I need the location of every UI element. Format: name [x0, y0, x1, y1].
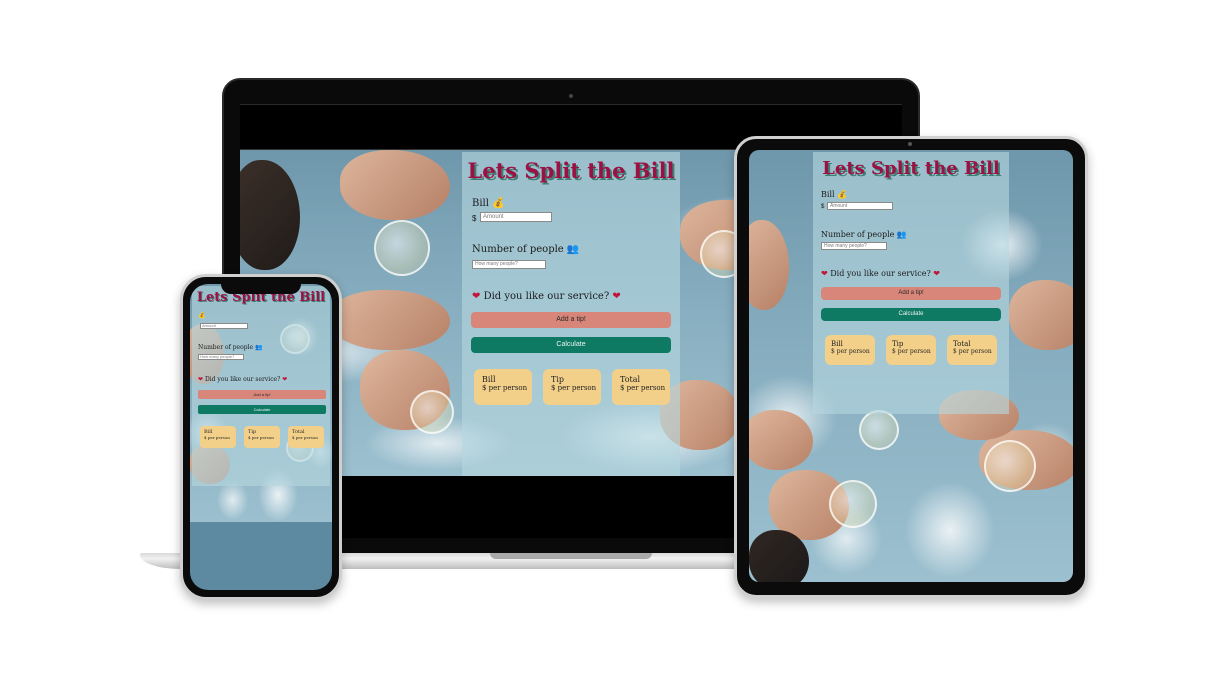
result-card-total: Total $ per person [612, 369, 670, 405]
service-question-row: ❤ Did you like our service? ❤ [472, 291, 621, 302]
result-title: Bill [831, 340, 843, 348]
person-hair [240, 160, 300, 270]
laptop-camera [569, 94, 573, 98]
bill-label-row: Bill 💰 [472, 198, 505, 209]
phone-notch [221, 280, 301, 294]
people-label: Number of people [821, 230, 895, 239]
result-value: $ per person [953, 348, 992, 355]
heart-icon: ❤ [821, 269, 828, 278]
calculator-panel: Lets Split the Bill Bill 💰 $ Amount Numb… [813, 152, 1009, 414]
hand [330, 290, 450, 350]
bill-amount-input[interactable]: Amount [480, 212, 552, 222]
result-value: $ per person [620, 384, 666, 392]
result-title: Tip [551, 375, 565, 384]
result-title: Total [620, 375, 641, 384]
result-card-tip: Tip $ per person [244, 426, 280, 448]
heart-icon: ❤ [198, 376, 204, 383]
people-count-input[interactable]: How many people? [821, 242, 887, 250]
service-question-row: ❤ Did you like our service? ❤ [821, 269, 940, 278]
result-value: $ per person [248, 435, 274, 440]
people-count-input[interactable]: How many people? [198, 354, 244, 360]
bill-amount-input[interactable]: Amount [200, 323, 248, 329]
hand [749, 410, 813, 470]
service-question: Did you like our service? [204, 376, 281, 383]
glass [829, 480, 877, 528]
bill-label: Bill [821, 190, 835, 199]
heart-icon: ❤ [933, 269, 940, 278]
phone-empty-area [190, 522, 332, 590]
people-icon: 👥 [566, 244, 580, 255]
people-icon: 👥 [254, 344, 263, 351]
people-count-input[interactable]: How many people? [472, 260, 546, 269]
calculate-button[interactable]: Calculate [821, 308, 1001, 321]
heart-icon: ❤ [282, 376, 288, 383]
result-card-total: Total $ per person [947, 335, 997, 365]
result-card-bill: Bill $ per person [474, 369, 532, 405]
heart-icon: ❤ [612, 291, 621, 302]
heart-icon: ❤ [472, 291, 481, 302]
people-label: Number of people [472, 244, 564, 255]
add-tip-button[interactable]: Add a tip! [198, 390, 326, 399]
result-value: $ per person [551, 384, 597, 392]
add-tip-button[interactable]: Add a tip! [471, 312, 671, 328]
people-label-row: Number of people 👥 [472, 244, 579, 255]
currency-symbol: $ [821, 204, 825, 210]
result-value: $ per person [831, 348, 870, 355]
hand [749, 220, 789, 310]
result-title: Total [953, 340, 971, 348]
result-title: Tip [892, 340, 904, 348]
calculator-panel: Lets Split the Bill Bill 💰 $ Amount Numb… [462, 152, 680, 476]
result-value: $ per person [482, 384, 528, 392]
service-question: Did you like our service? [830, 269, 931, 278]
glass [410, 390, 454, 434]
people-label-row: Number of people 👥 [198, 344, 262, 351]
result-title: Bill [482, 375, 496, 384]
result-card-tip: Tip $ per person [543, 369, 601, 405]
add-tip-button[interactable]: Add a tip! [821, 287, 1001, 300]
result-value: $ per person [892, 348, 931, 355]
result-card-tip: Tip $ per person [886, 335, 936, 365]
result-card-bill: Bill $ per person [825, 335, 875, 365]
phone-app-background: Lets Split the Bill 💰 Amount Number of p… [190, 284, 332, 524]
glass [859, 410, 899, 450]
service-question-row: ❤ Did you like our service? ❤ [198, 376, 287, 383]
result-value: $ per person [204, 435, 230, 440]
glass [374, 220, 430, 276]
currency-symbol: $ [472, 214, 477, 223]
app-title: Lets Split the Bill [822, 158, 1000, 179]
hand [340, 150, 450, 220]
bill-label-row: Bill 💰 [821, 190, 847, 199]
bill-amount-input[interactable]: Amount [827, 202, 893, 210]
laptop-trackpad-notch [490, 553, 652, 559]
hand [1009, 280, 1073, 350]
calculator-panel: Lets Split the Bill 💰 Amount Number of p… [192, 286, 330, 486]
glass [984, 440, 1036, 492]
people-label: Number of people [198, 344, 254, 351]
bill-label-row: 💰 [198, 312, 205, 319]
people-icon: 👥 [896, 230, 907, 239]
result-value: $ per person [292, 435, 318, 440]
bill-label: Bill [472, 198, 489, 209]
calculate-button[interactable]: Calculate [471, 337, 671, 353]
result-card-total: Total $ per person [288, 426, 324, 448]
app-title: Lets Split the Bill [467, 158, 675, 183]
money-bag-icon: 💰 [837, 190, 848, 199]
calculate-button[interactable]: Calculate [198, 405, 326, 414]
money-bag-icon: 💰 [492, 198, 505, 209]
tablet-app-background: Lets Split the Bill Bill 💰 $ Amount Numb… [749, 150, 1073, 582]
tablet-camera [908, 142, 912, 146]
people-label-row: Number of people 👥 [821, 230, 907, 239]
money-bag-icon: 💰 [198, 312, 206, 319]
result-card-bill: Bill $ per person [200, 426, 236, 448]
service-question: Did you like our service? [483, 291, 610, 302]
